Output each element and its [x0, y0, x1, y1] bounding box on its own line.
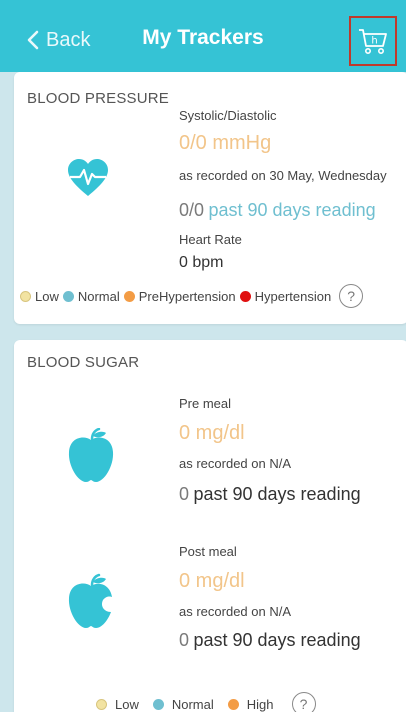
legend-normal: Normal — [62, 289, 120, 304]
pre-meal-past-label: past 90 days reading — [193, 484, 361, 504]
blood-pressure-title: BLOOD PRESSURE — [27, 90, 170, 107]
heart-rate-label: Heart Rate — [179, 232, 242, 247]
bp-help-button[interactable]: ? — [339, 284, 364, 308]
bp-past-label: past 90 days reading — [208, 200, 376, 220]
bp-legend: Low Normal PreHypertension Hypertension … — [20, 284, 364, 308]
pre-meal-label: Pre meal — [179, 396, 232, 411]
pre-meal-past-reading: 0 past 90 days reading — [179, 484, 361, 505]
heartbeat-icon — [66, 158, 110, 198]
bp-value: 0/0 mmHg — [179, 132, 272, 154]
legend-low: Low — [96, 697, 139, 712]
post-meal-past-reading: 0 past 90 days reading — [179, 630, 361, 651]
post-meal-value: 0 mg/dl — [179, 570, 245, 592]
legend-low: Low — [20, 289, 59, 304]
bitten-apple-icon — [66, 572, 116, 630]
post-meal-label: Post meal — [179, 544, 237, 559]
blood-sugar-card[interactable]: BLOOD SUGAR Pre meal 0 mg/dl as recorded… — [14, 340, 406, 712]
bp-past-value: 0/0 — [179, 200, 205, 220]
legend-high: High — [227, 697, 274, 712]
app-screen: Back My Trackers h BLOOD PRESSURE Systol… — [0, 0, 406, 712]
heart-rate-value: 0 bpm — [179, 254, 224, 271]
bp-metric-label: Systolic/Diastolic — [179, 108, 277, 123]
blood-sugar-title: BLOOD SUGAR — [27, 354, 140, 371]
cart-letter: h — [371, 36, 377, 47]
bp-recorded: as recorded on 30 May, Wednesday — [179, 168, 387, 183]
legend-prehypertension: PreHypertension — [123, 289, 236, 304]
cart-button[interactable]: h — [349, 16, 397, 66]
apple-icon — [66, 427, 116, 484]
shopping-cart-icon: h — [359, 29, 387, 54]
legend-hypertension: Hypertension — [239, 289, 331, 304]
pre-meal-recorded: as recorded on N/A — [179, 456, 292, 471]
pre-meal-value: 0 mg/dl — [179, 422, 245, 444]
bp-past-reading: 0/0 past 90 days reading — [179, 200, 376, 221]
post-meal-past-label: past 90 days reading — [193, 630, 361, 650]
post-meal-past-value: 0 — [179, 630, 190, 650]
post-meal-recorded: as recorded on N/A — [179, 604, 292, 619]
blood-pressure-card[interactable]: BLOOD PRESSURE Systolic/Diastolic 0/0 mm… — [14, 72, 406, 324]
legend-normal: Normal — [152, 697, 214, 712]
page-title: My Trackers — [142, 26, 264, 49]
bs-legend: Low Normal High ? — [96, 692, 316, 712]
top-app-bar: Back My Trackers h — [0, 0, 406, 72]
bs-help-button[interactable]: ? — [291, 692, 316, 712]
pre-meal-past-value: 0 — [179, 484, 190, 504]
